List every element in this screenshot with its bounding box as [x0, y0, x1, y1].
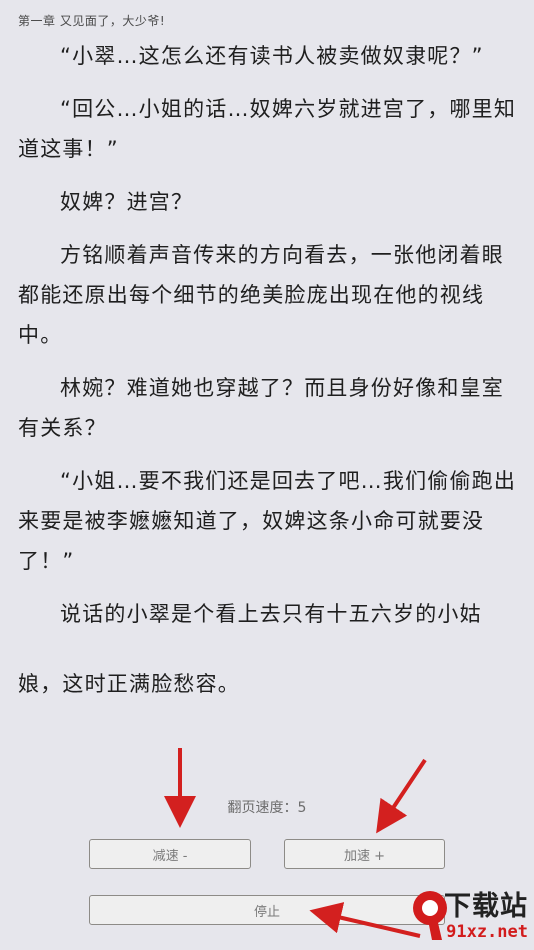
- paragraph: “回公…小姐的话…奴婢六岁就进宫了，哪里知道这事！”: [18, 97, 517, 161]
- watermark-text: 下载站: [444, 891, 528, 922]
- paragraph: 说话的小翠是个看上去只有十五六岁的小姑: [60, 602, 482, 626]
- paragraph: 林婉？难道她也穿越了？而且身份好像和皇室有关系？: [18, 376, 504, 440]
- paragraph: “小翠…这怎么还有读书人被卖做奴隶呢？”: [60, 44, 484, 68]
- chapter-title: 第一章 又见面了，大少爷!: [18, 14, 166, 28]
- reading-content: “小翠…这怎么还有读书人被卖做奴隶呢？” “回公…小姐的话…奴婢六岁就进宫了，哪…: [18, 34, 520, 704]
- watermark-url: 91xz.net: [446, 922, 528, 942]
- stop-button[interactable]: 停止: [89, 895, 445, 925]
- paragraph: 奴婢？进宫？: [60, 190, 194, 214]
- paragraph: 方铭顺着声音传来的方向看去，一张他闭着眼都能还原出每个细节的绝美脸庞出现在他的视…: [18, 243, 504, 347]
- paragraph: 娘，这时正满脸愁容。: [18, 672, 240, 696]
- watermark: 下载站 91xz.net: [408, 880, 528, 944]
- speed-up-button[interactable]: 加速 +: [284, 839, 445, 869]
- slow-down-button[interactable]: 减速 -: [89, 839, 251, 869]
- page-speed-label: 翻页速度：5: [227, 800, 307, 816]
- paragraph: “小姐…要不我们还是回去了吧…我们偷偷跑出来要是被李嬷嬷知道了，奴婢这条小命可就…: [18, 469, 517, 573]
